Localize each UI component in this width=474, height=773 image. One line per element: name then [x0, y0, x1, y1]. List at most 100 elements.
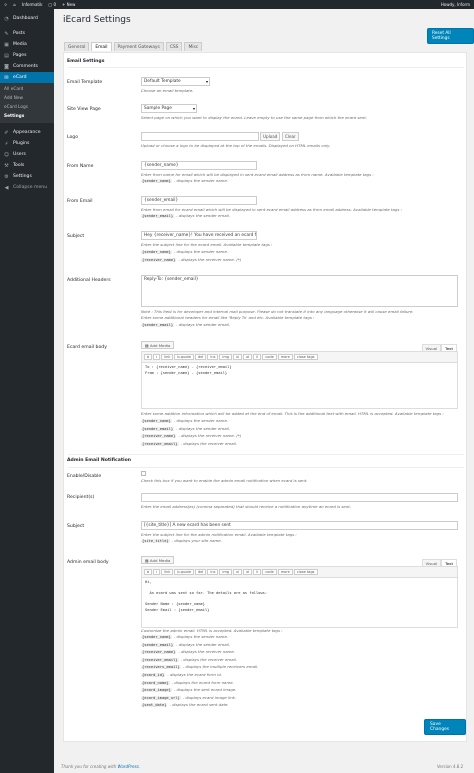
email-template-select[interactable]: Default Template ▾ [141, 77, 210, 86]
logo-url-input[interactable] [141, 132, 259, 141]
from-email-input[interactable]: {sender_email} [141, 196, 257, 205]
template-tag-desc: - displays your site name. [171, 538, 222, 543]
editor-tab-visual[interactable]: Visual [421, 344, 442, 352]
submenu-ecard-logs[interactable]: eCard Logs [0, 103, 54, 112]
collapse-menu-button[interactable]: ◀ Collapse menu [0, 182, 54, 193]
quicktag-button[interactable]: ul [233, 354, 243, 360]
menu-media[interactable]: ▣ Media [0, 39, 54, 50]
tab-payment-gateways[interactable]: Payment Gateways [113, 42, 164, 51]
quicktag-button[interactable]: code [262, 354, 277, 360]
quicktag-button[interactable]: b-quote [174, 354, 195, 360]
editor-tab-visual[interactable]: Visual [421, 559, 442, 567]
enable-desc: Check this box if you want to enable the… [141, 478, 308, 483]
menu-posts[interactable]: ✎ Posts [0, 28, 54, 39]
ecard-body-desc: Enter some addition information which wi… [141, 411, 444, 416]
editor-tab-text[interactable]: Text [441, 344, 457, 352]
tab-css[interactable]: CSS [165, 42, 183, 51]
quicktag-button[interactable]: i [153, 569, 161, 575]
quicktag-button[interactable]: b [144, 569, 153, 575]
logo-clear-button[interactable]: Clear [282, 132, 299, 141]
additional-headers-textarea[interactable]: Reply-To: {sender_email} [141, 275, 458, 307]
ecard-email-body-textarea[interactable]: To : {receiver_name} - {receiver_email} F… [142, 363, 457, 378]
add-media-label: Add Media [149, 558, 171, 563]
template-tag-line: {ecard_image_url} - displays ecard image … [141, 695, 236, 700]
tab-general[interactable]: General [64, 42, 90, 51]
quicktag-button[interactable]: li [253, 354, 262, 360]
tab-email[interactable]: Email [91, 42, 112, 51]
admin-email-body-textarea[interactable]: Hi, An ecard was sent so far. The detail… [142, 578, 457, 615]
admin-subject-input[interactable]: [{site_title}] A new ecard has been sent [141, 521, 458, 530]
save-changes-button[interactable]: Save Changes [424, 719, 466, 735]
recipients-input[interactable] [141, 493, 458, 502]
quicktag-button[interactable]: more [277, 569, 293, 575]
admin-sidebar: ◔ Dashboard ✎ Posts ▣ Media ▤ Pages ◙ Comment… [0, 9, 54, 773]
page-icon: ▤ [4, 52, 9, 59]
subject-input[interactable]: Hey {receiver_name}! You have received a… [141, 231, 257, 240]
submenu-all-ecard[interactable]: All eCard [0, 85, 54, 94]
tab-misc[interactable]: Misc [184, 42, 203, 51]
wordpress-link[interactable]: WordPress [118, 764, 139, 769]
quicktag-button[interactable]: b-quote [174, 569, 195, 575]
template-tag-line: {sender_email} - displays the sender emai… [141, 642, 230, 647]
quicktag-button[interactable]: del [195, 354, 207, 360]
menu-dashboard[interactable]: ◔ Dashboard [0, 13, 54, 24]
howdy-user[interactable]: Howdy, Inform [441, 2, 470, 7]
code-line: Sender Email : {sender_email} [145, 607, 210, 612]
quicktag-button[interactable]: i [153, 354, 161, 360]
admin-bar: ⚪ ⌂ Informatik ▢ 0 + New Howdy, Inform [0, 0, 474, 9]
add-media-button[interactable]: ▦ Add Media [141, 341, 175, 349]
menu-tools[interactable]: ⚒ Tools [0, 160, 54, 171]
quicktag-button[interactable]: ins [207, 569, 219, 575]
ecard-email-body-editor: Visual Text b i link b-quote del ins img ul ol li… [141, 344, 458, 409]
menu-appearance[interactable]: ✐ Appearance [0, 127, 54, 138]
menu-plugins[interactable]: ⚡ Plugins [0, 138, 54, 149]
quicktag-button[interactable]: code [262, 569, 277, 575]
home-icon[interactable]: ⌂ [13, 2, 16, 7]
menu-users[interactable]: ☺ Users [0, 149, 54, 160]
template-tag-desc: - displays the sent ecard image. [173, 687, 237, 693]
menu-settings[interactable]: ⚙ Settings [0, 171, 54, 182]
quicktag-button[interactable]: ins [207, 354, 219, 360]
wordpress-logo-icon[interactable]: ⚪ [4, 2, 7, 7]
brush-icon: ✐ [4, 129, 9, 136]
site-view-page-select[interactable]: Sample Page ▾ [141, 104, 197, 113]
quicktag-button[interactable]: ol [243, 569, 253, 575]
quicktag-button[interactable]: b [144, 354, 153, 360]
submenu-settings[interactable]: Settings [0, 112, 54, 121]
page-title: iEcard Settings [63, 15, 131, 25]
site-name-link[interactable]: Informatik [22, 2, 43, 7]
chevron-down-icon: ▾ [192, 106, 195, 111]
quicktag-button[interactable]: del [195, 569, 207, 575]
reset-all-settings-button[interactable]: Reset All Settings [427, 28, 474, 44]
ecard-submenu: All eCard Add New eCard Logs Settings [0, 83, 54, 123]
submenu-add-new[interactable]: Add New [0, 94, 54, 103]
menu-comments[interactable]: ◙ Comments [0, 61, 54, 72]
quicktag-button[interactable]: more [277, 354, 293, 360]
email-settings-panel: Email Settings Email Template Default Te… [63, 52, 467, 742]
template-tag: {ecard_id} [141, 673, 166, 677]
from-name-input[interactable]: {sender_name} [141, 161, 257, 170]
comment-icon[interactable]: ▢ 0 [48, 2, 56, 7]
template-tag-line: {receiver_email} - displays the receiver … [141, 657, 237, 662]
editor-tabs: Visual Text [421, 559, 457, 567]
editor-tab-text[interactable]: Text [441, 559, 457, 567]
quicktag-button[interactable]: close tags [293, 569, 318, 575]
quicktag-button[interactable]: img [219, 569, 232, 575]
quicktag-button[interactable]: link [161, 569, 174, 575]
email-template-value: Default Template [144, 79, 181, 84]
quicktag-button[interactable]: link [161, 354, 174, 360]
quicktag-button[interactable]: ol [243, 354, 253, 360]
new-content-button[interactable]: + New [62, 2, 75, 7]
logo-upload-button[interactable]: Upload [260, 132, 281, 141]
menu-pages[interactable]: ▤ Pages [0, 50, 54, 61]
template-tag: {sender_email} [141, 426, 175, 431]
menu-ecard[interactable]: ✉ eCard [0, 72, 54, 83]
quicktag-button[interactable]: ul [233, 569, 243, 575]
template-tag: {sender_email} [141, 323, 175, 327]
quicktag-button[interactable]: img [219, 354, 232, 360]
footer-thanks: Thank you for creating with WordPress. [61, 764, 141, 769]
quicktag-button[interactable]: close tags [293, 354, 318, 360]
enable-admin-notification-checkbox[interactable] [141, 471, 146, 476]
admin-add-media-button[interactable]: ▦ Add Media [141, 556, 175, 564]
quicktag-button[interactable]: li [253, 569, 262, 575]
